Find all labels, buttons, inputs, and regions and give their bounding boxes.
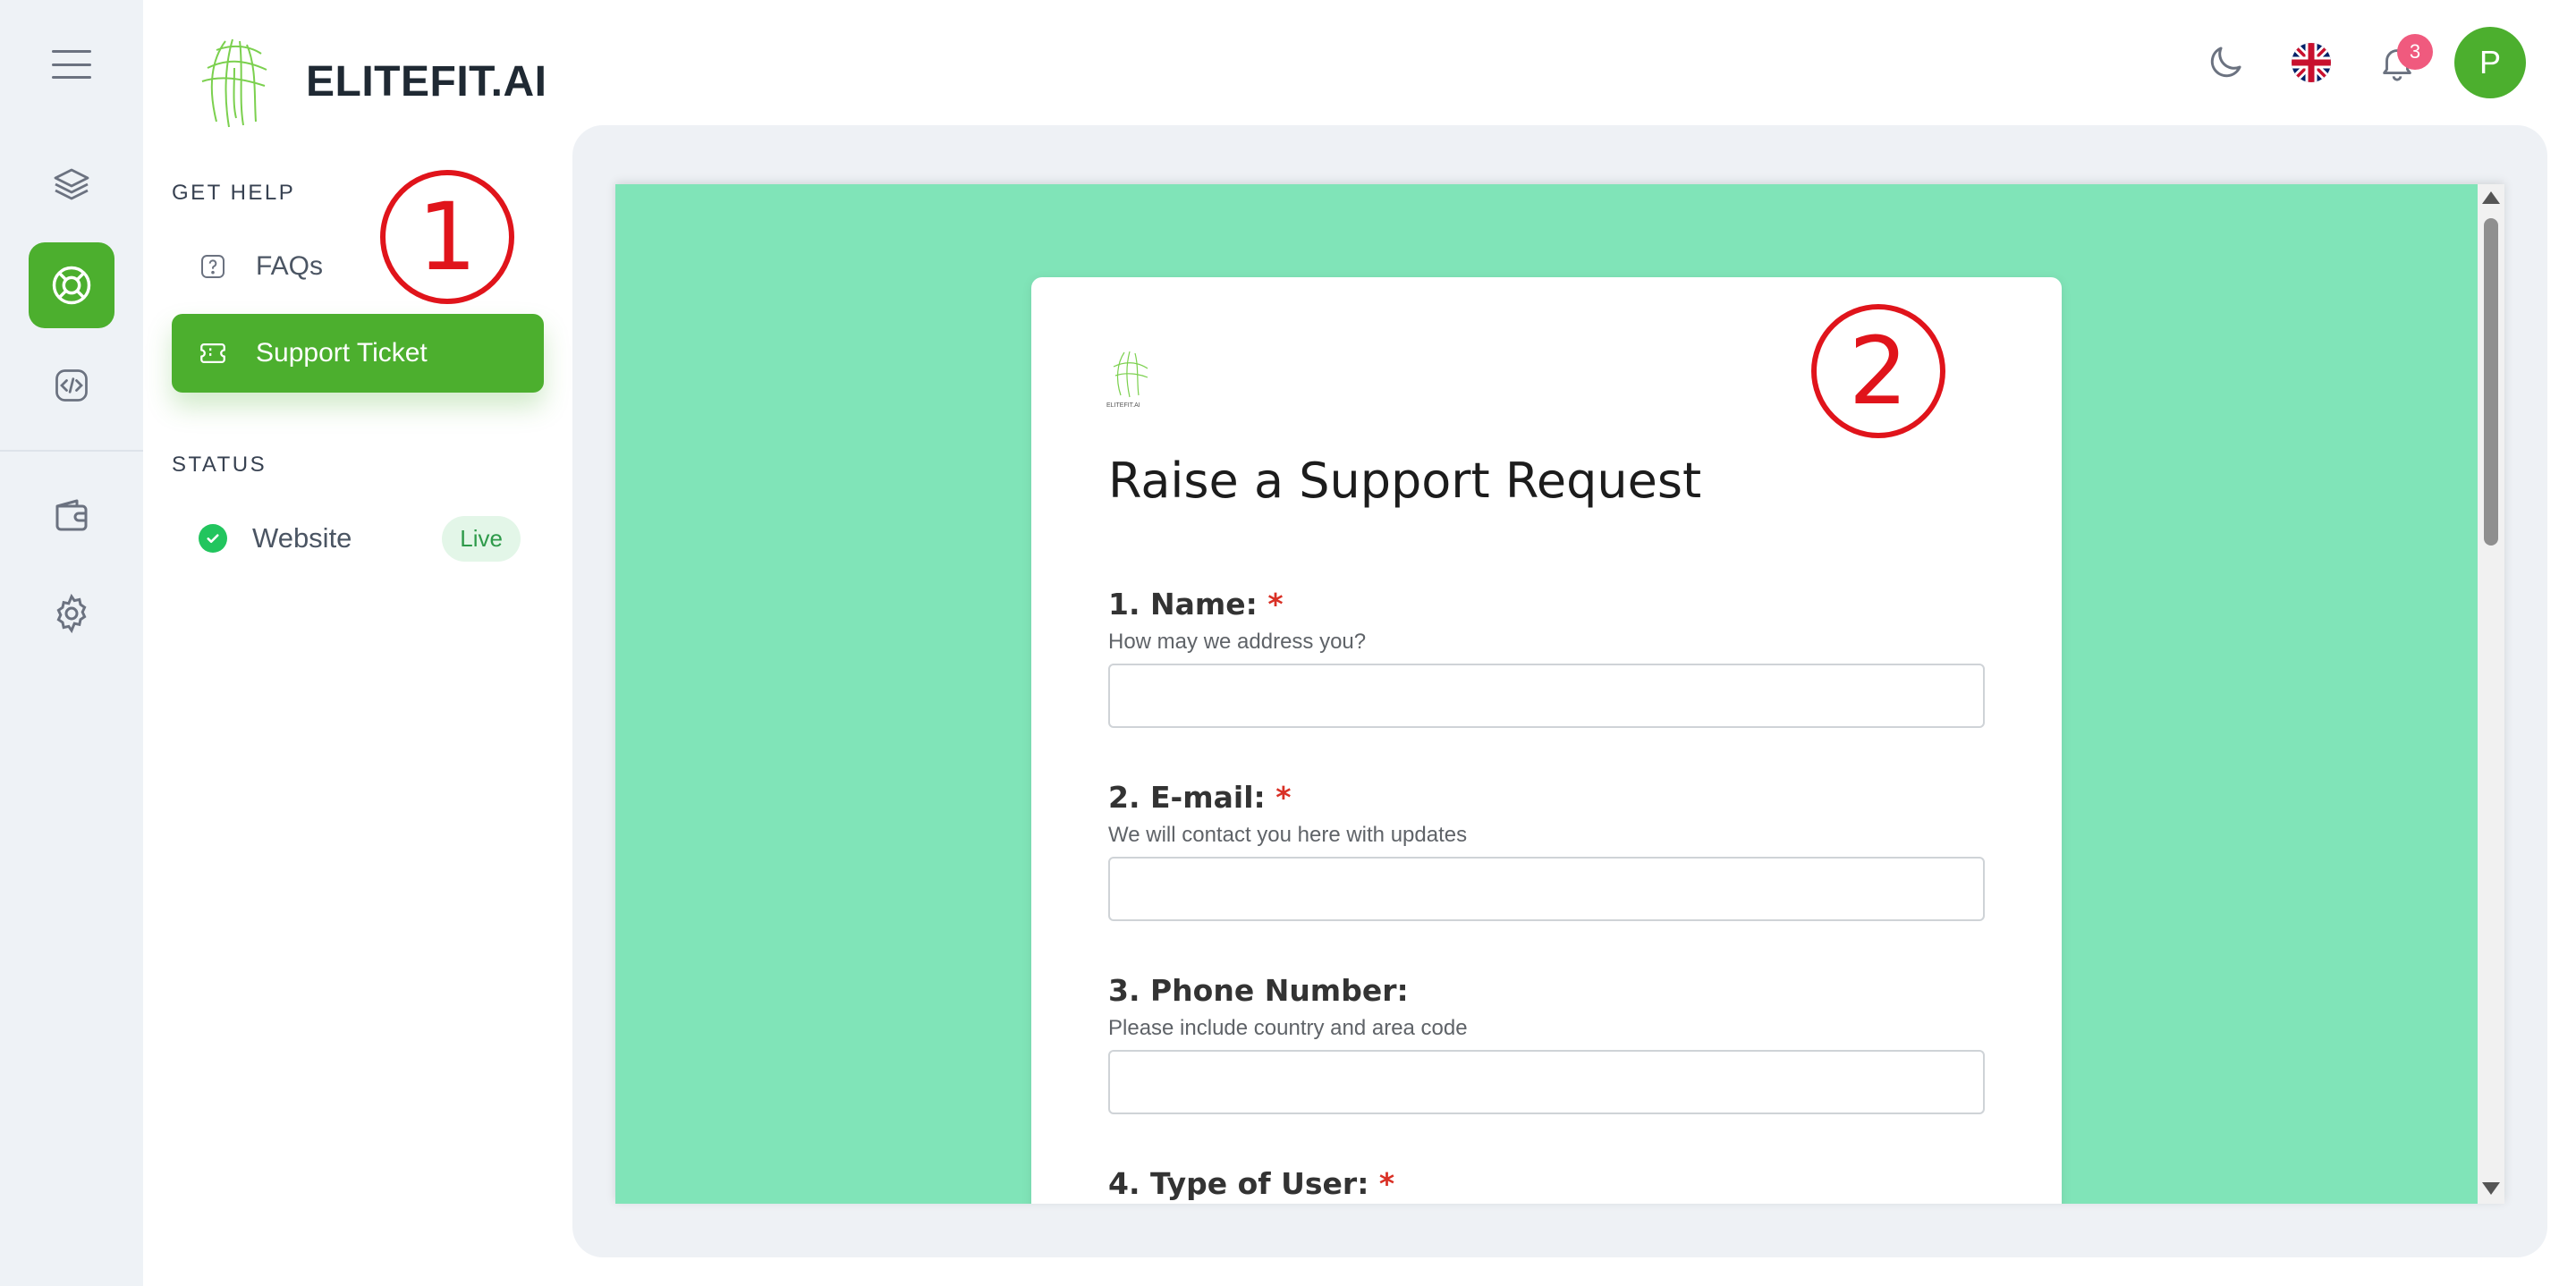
question-email-help: We will contact you here with updates bbox=[1108, 823, 1468, 847]
form-logo-text: ELITEFIT.AI bbox=[1106, 402, 1140, 409]
question-icon bbox=[197, 250, 229, 283]
uk-flag-icon[interactable] bbox=[2286, 38, 2336, 88]
sidebar-item-support-ticket[interactable]: Support Ticket bbox=[172, 314, 544, 393]
status-item-website: Website Live bbox=[199, 515, 521, 562]
form-scrollbar[interactable] bbox=[2478, 184, 2504, 1204]
question-phone-label: 3. Phone Number: bbox=[1108, 973, 1409, 1008]
email-input[interactable] bbox=[1108, 857, 1985, 921]
question-name-help: How may we address you? bbox=[1108, 630, 1367, 654]
status-label: Website bbox=[252, 522, 352, 554]
embedded-form-frame: ELITEFIT.AI Raise a Support Request 2 1.… bbox=[615, 184, 2504, 1204]
question-email-label: 2. E-mail: * bbox=[1108, 780, 1292, 815]
required-marker: * bbox=[1267, 587, 1284, 622]
name-input[interactable] bbox=[1108, 664, 1985, 728]
question-phone-help: Please include country and area code bbox=[1108, 1016, 1468, 1040]
code-icon[interactable] bbox=[29, 343, 114, 428]
question-user-type-label: 4. Type of User: * bbox=[1108, 1166, 1395, 1201]
moon-icon[interactable] bbox=[2200, 38, 2250, 88]
annotation-marker-1: 1 bbox=[380, 170, 514, 304]
form-logo: ELITEFIT.AI bbox=[1106, 349, 1153, 413]
brand-logo bbox=[190, 32, 279, 132]
scrollbar-thumb[interactable] bbox=[2484, 218, 2498, 546]
menu-icon[interactable] bbox=[52, 50, 91, 79]
layers-icon[interactable] bbox=[29, 141, 114, 227]
wallet-icon[interactable] bbox=[29, 472, 114, 558]
rail-divider bbox=[0, 450, 143, 452]
status-title: STATUS bbox=[172, 453, 267, 477]
status-badge: Live bbox=[442, 515, 521, 562]
notification-count-badge: 3 bbox=[2397, 34, 2433, 70]
sidebar-item-label: FAQs bbox=[256, 251, 324, 281]
settings-icon[interactable] bbox=[29, 571, 114, 656]
annotation-marker-2: 2 bbox=[1811, 304, 1945, 438]
required-marker: * bbox=[1378, 1166, 1395, 1201]
icon-rail bbox=[0, 0, 143, 1286]
scroll-up-arrow-icon[interactable] bbox=[2482, 191, 2500, 204]
scroll-down-arrow-icon[interactable] bbox=[2482, 1182, 2500, 1195]
ticket-icon bbox=[197, 337, 229, 369]
check-circle-icon bbox=[199, 524, 227, 553]
get-help-title: GET HELP bbox=[172, 181, 296, 205]
avatar[interactable]: P bbox=[2454, 27, 2526, 98]
brand-name: ELITEFIT.AI bbox=[306, 58, 547, 106]
sidebar-item-label: Support Ticket bbox=[256, 338, 428, 368]
required-marker: * bbox=[1275, 780, 1292, 815]
question-name-label: 1. Name: * bbox=[1108, 587, 1284, 622]
form-title: Raise a Support Request bbox=[1108, 453, 1702, 509]
phone-input[interactable] bbox=[1108, 1050, 1985, 1114]
form-card: ELITEFIT.AI Raise a Support Request 2 1.… bbox=[1031, 277, 2062, 1204]
lifebuoy-icon[interactable] bbox=[29, 242, 114, 328]
